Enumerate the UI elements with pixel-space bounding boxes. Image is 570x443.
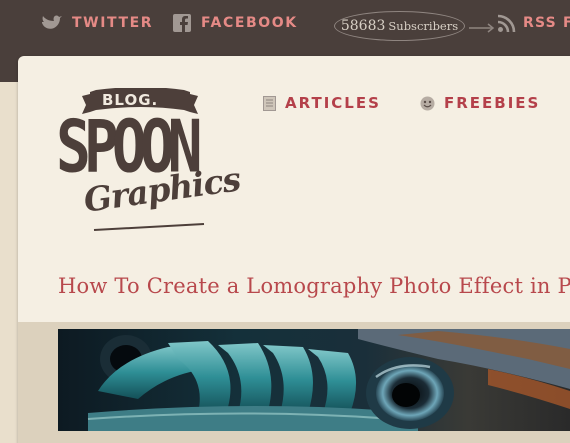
smiley-icon [420,96,435,111]
rss-icon[interactable] [497,13,517,37]
facebook-icon [173,14,191,32]
twitter-link[interactable]: TWITTER [40,14,153,32]
document-icon [263,95,276,111]
facebook-label: FACEBOOK [201,15,298,31]
nav-freebies-label: FREEBIES [444,94,541,112]
nav-freebies[interactable]: FREEBIES [420,94,540,112]
featured-image[interactable] [58,329,570,431]
subscriber-count: 58683 [340,18,386,34]
page-edge [0,82,18,443]
nav-articles[interactable]: ARTICLES [263,94,381,112]
nav-articles-label: ARTICLES [285,94,381,112]
rss-label[interactable]: RSS F [523,15,570,31]
post-title-link[interactable]: How To Create a Lomography Photo Effect … [58,274,570,298]
car-grille-image [58,329,570,431]
bird-icon [40,14,62,32]
site-logo[interactable]: BLOG. SPOON Graphics [54,88,242,238]
subscriber-count-badge: 58683 Subscribers [334,11,465,41]
subscriber-label: Subscribers [388,19,459,33]
arrow-right-icon [469,18,495,37]
facebook-link[interactable]: FACEBOOK [173,14,298,32]
twitter-label: TWITTER [72,15,154,31]
